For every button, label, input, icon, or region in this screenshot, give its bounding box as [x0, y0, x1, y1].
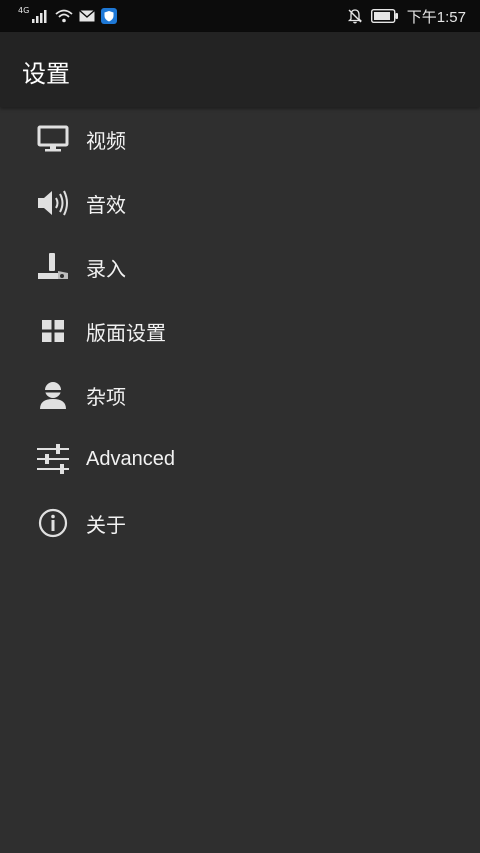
- status-bar: 4G 下午1:57: [0, 0, 480, 32]
- status-bar-left: 4G: [18, 5, 118, 24]
- menu-item-label: 版面设置: [86, 322, 166, 345]
- mail-icon: [79, 10, 96, 22]
- menu-item-advanced[interactable]: Advanced: [0, 427, 480, 491]
- speaker-icon: [36, 186, 70, 220]
- grid-icon: [36, 314, 70, 348]
- status-bar-right: 下午1:57: [347, 6, 466, 27]
- menu-item-label: Advanced: [86, 447, 175, 470]
- menu-item-video[interactable]: 视频: [0, 107, 480, 171]
- menu-item-label: 关于: [86, 514, 126, 537]
- notifications-off-icon: [347, 9, 362, 24]
- menu-item-input[interactable]: 录入: [0, 235, 480, 299]
- menu-item-misc[interactable]: 杂项: [0, 363, 480, 427]
- menu-item-label: 杂项: [86, 386, 126, 409]
- menu-item-layout[interactable]: 版面设置: [0, 299, 480, 363]
- sliders-icon: [36, 442, 70, 476]
- wifi-icon: [55, 9, 73, 23]
- menu-item-about[interactable]: 关于: [0, 491, 480, 555]
- info-icon: [36, 506, 70, 540]
- monitor-icon: [36, 122, 70, 156]
- battery-icon: [370, 9, 398, 23]
- menu-item-label: 录入: [86, 258, 126, 281]
- menu-item-label: 音效: [86, 194, 126, 217]
- page-title: 设置: [22, 60, 70, 88]
- network-type-label: 4G: [18, 5, 30, 15]
- menu-item-audio[interactable]: 音效: [0, 171, 480, 235]
- app-bar: 设置: [0, 32, 480, 107]
- signal-icon: [32, 10, 47, 23]
- user-icon: [36, 378, 70, 412]
- security-app-icon: [101, 8, 118, 24]
- menu-item-label: 视频: [86, 130, 126, 153]
- status-time: 下午1:57: [406, 8, 466, 26]
- joystick-icon: [36, 250, 70, 284]
